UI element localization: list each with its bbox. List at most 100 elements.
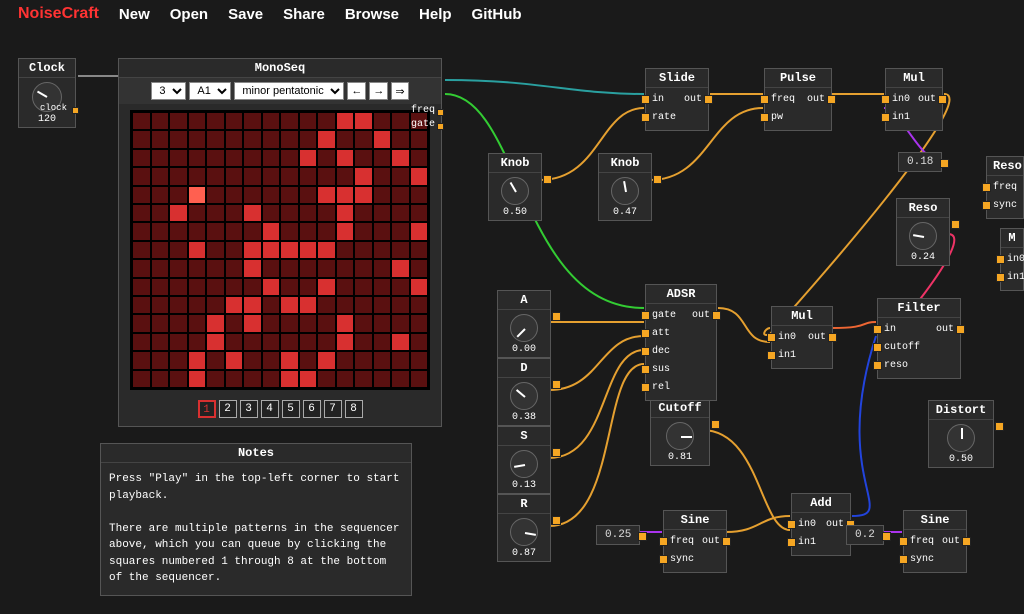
seq-cell[interactable] xyxy=(392,334,409,350)
seq-cell[interactable] xyxy=(170,315,187,331)
seq-cell[interactable] xyxy=(133,150,150,166)
seq-cell[interactable] xyxy=(392,297,409,313)
seq-cell[interactable] xyxy=(244,352,261,368)
cutoff-node[interactable]: Cutoff 0.81 xyxy=(650,398,710,466)
filter-reso-port[interactable]: reso xyxy=(884,358,920,374)
seq-cell[interactable] xyxy=(133,371,150,387)
menu-save[interactable]: Save xyxy=(228,6,263,23)
seq-cell[interactable] xyxy=(355,113,372,129)
knob1-out[interactable] xyxy=(534,172,541,179)
seq-cell[interactable] xyxy=(374,315,391,331)
reso-knob-dial[interactable] xyxy=(909,222,937,250)
seq-cell[interactable] xyxy=(374,260,391,276)
seq-cell[interactable] xyxy=(170,205,187,221)
seq-cell[interactable] xyxy=(318,242,335,258)
menu-share[interactable]: Share xyxy=(283,6,325,23)
knob2-dial[interactable] xyxy=(611,177,639,205)
octave-select[interactable]: 3 xyxy=(151,82,186,100)
seq-cell[interactable] xyxy=(281,352,298,368)
seq-cell[interactable] xyxy=(411,352,428,368)
add-node[interactable]: Add in0 in1 out xyxy=(791,493,851,556)
seq-cell[interactable] xyxy=(226,334,243,350)
distort-out[interactable] xyxy=(986,419,993,426)
seq-cell[interactable] xyxy=(411,279,428,295)
knob-r-out[interactable] xyxy=(543,513,550,520)
knob1-node[interactable]: Knob 0.50 xyxy=(488,153,542,221)
knob2-node[interactable]: Knob 0.47 xyxy=(598,153,652,221)
seq-cell[interactable] xyxy=(411,223,428,239)
seq-cell[interactable] xyxy=(281,131,298,147)
seq-cell[interactable] xyxy=(337,352,354,368)
seq-cell[interactable] xyxy=(189,297,206,313)
seq-cell[interactable] xyxy=(152,205,169,221)
seq-cell[interactable] xyxy=(170,168,187,184)
seq-cell[interactable] xyxy=(226,242,243,258)
mul1-in0-port[interactable]: in0 xyxy=(892,92,910,108)
seq-cell[interactable] xyxy=(226,352,243,368)
seq-cell[interactable] xyxy=(133,260,150,276)
seq-cell[interactable] xyxy=(337,334,354,350)
seq-cell[interactable] xyxy=(355,371,372,387)
seq-cell[interactable] xyxy=(152,187,169,203)
seq-cell[interactable] xyxy=(189,279,206,295)
seq-cell[interactable] xyxy=(300,371,317,387)
seq-cell[interactable] xyxy=(244,150,261,166)
slide-rate-port[interactable]: rate xyxy=(652,110,676,126)
seq-cell[interactable] xyxy=(374,205,391,221)
seq-cell[interactable] xyxy=(226,150,243,166)
seq-cell[interactable] xyxy=(226,223,243,239)
seq-cell[interactable] xyxy=(244,242,261,258)
seq-cell[interactable] xyxy=(318,297,335,313)
seq-cell[interactable] xyxy=(207,315,224,331)
monoseq-gate-port[interactable] xyxy=(437,123,444,130)
seq-cell[interactable] xyxy=(207,168,224,184)
adsr-att-port[interactable]: att xyxy=(652,326,676,342)
m-partial-node[interactable]: M in0 in1 xyxy=(1000,228,1024,291)
seq-cell[interactable] xyxy=(207,334,224,350)
seq-cell[interactable] xyxy=(207,187,224,203)
slide-in-port[interactable]: in xyxy=(652,92,676,108)
seq-cell[interactable] xyxy=(374,131,391,147)
seq-cell[interactable] xyxy=(337,187,354,203)
seq-cell[interactable] xyxy=(207,242,224,258)
seq-cell[interactable] xyxy=(207,150,224,166)
seq-cell[interactable] xyxy=(244,315,261,331)
seq-cell[interactable] xyxy=(133,187,150,203)
m-in0-port[interactable]: in0 xyxy=(1007,252,1024,268)
seq-cell[interactable] xyxy=(170,297,187,313)
menu-open[interactable]: Open xyxy=(170,6,208,23)
seq-cell[interactable] xyxy=(355,223,372,239)
seq-cell[interactable] xyxy=(133,113,150,129)
clock-out-port[interactable] xyxy=(72,107,79,114)
seq-cell[interactable] xyxy=(411,297,428,313)
seq-cell[interactable] xyxy=(355,168,372,184)
add-in0-port[interactable]: in0 xyxy=(798,517,816,533)
mul2-in0-port[interactable]: in0 xyxy=(778,330,796,346)
reso-knob-node[interactable]: Reso 0.24 xyxy=(896,198,950,266)
seq-cell[interactable] xyxy=(263,315,280,331)
cutoff-dial[interactable] xyxy=(666,422,694,450)
seq-cell[interactable] xyxy=(152,131,169,147)
seq-cell[interactable] xyxy=(281,315,298,331)
seq-cell[interactable] xyxy=(152,297,169,313)
seq-cell[interactable] xyxy=(281,205,298,221)
clock-node[interactable]: Clock 120 clock xyxy=(18,58,76,128)
seq-cell[interactable] xyxy=(263,150,280,166)
seq-cell[interactable] xyxy=(170,113,187,129)
seq-cell[interactable] xyxy=(318,187,335,203)
seq-cell[interactable] xyxy=(392,260,409,276)
knob2-out[interactable] xyxy=(644,172,651,179)
seq-cell[interactable] xyxy=(411,205,428,221)
seq-cell[interactable] xyxy=(207,223,224,239)
seq-cell[interactable] xyxy=(152,352,169,368)
seq-cell[interactable] xyxy=(189,168,206,184)
seq-cell[interactable] xyxy=(300,113,317,129)
adsr-gate-port[interactable]: gate xyxy=(652,308,676,324)
seq-cell[interactable] xyxy=(152,315,169,331)
pulse-pw-port[interactable]: pw xyxy=(771,110,795,126)
seq-cell[interactable] xyxy=(189,352,206,368)
filter-in-port[interactable]: in xyxy=(884,322,920,338)
mul1-in1-port[interactable]: in1 xyxy=(892,110,910,126)
seq-cell[interactable] xyxy=(281,279,298,295)
distort-node[interactable]: Distort 0.50 xyxy=(928,400,994,468)
